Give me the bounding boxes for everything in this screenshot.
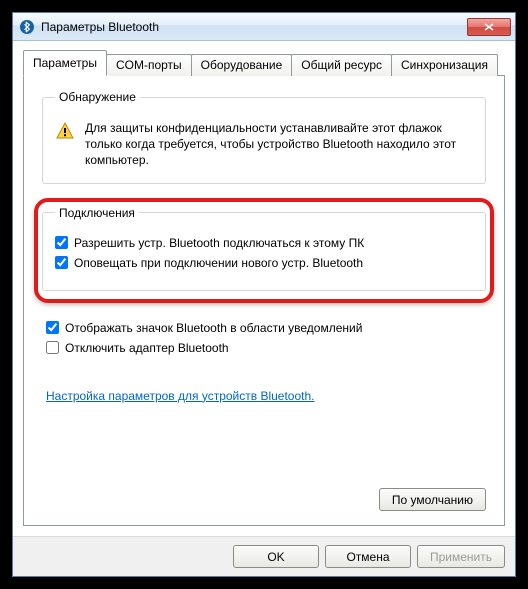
titlebar: Параметры Bluetooth [13, 13, 515, 41]
notify-connect-label: Оповещать при подключении нового устр. B… [74, 256, 363, 270]
apply-button[interactable]: Применить [417, 545, 505, 568]
tab-sync[interactable]: Синхронизация [391, 54, 498, 76]
discovery-warning-text: Для защиты конфиденциальности устанавлив… [85, 120, 473, 169]
disable-adapter-row[interactable]: Отключить адаптер Bluetooth [46, 341, 486, 355]
bluetooth-icon [19, 19, 35, 35]
discovery-legend: Обнаружение [55, 90, 140, 104]
allow-connect-row[interactable]: Разрешить устр. Bluetooth подключаться к… [55, 236, 473, 250]
warning-icon [55, 121, 75, 141]
tab-strip: Параметры COM-порты Оборудование Общий р… [23, 49, 505, 75]
disable-adapter-checkbox[interactable] [46, 341, 59, 354]
bluetooth-settings-window: Параметры Bluetooth Параметры COM-порты … [12, 12, 516, 577]
show-icon-row[interactable]: Отображать значок Bluetooth в области ув… [46, 321, 486, 335]
connections-legend: Подключения [55, 206, 139, 220]
discovery-group: Обнаружение Для защиты конфиденциальност… [42, 90, 486, 184]
tab-page-parameters: Обнаружение Для защиты конфиденциальност… [23, 75, 505, 526]
show-icon-checkbox[interactable] [46, 321, 59, 334]
notify-connect-checkbox[interactable] [55, 256, 68, 269]
disable-adapter-label: Отключить адаптер Bluetooth [65, 341, 229, 355]
cancel-button[interactable]: Отмена [325, 545, 411, 568]
close-button[interactable] [467, 18, 511, 36]
notify-connect-row[interactable]: Оповещать при подключении нового устр. B… [55, 256, 473, 270]
bluetooth-settings-link[interactable]: Настройка параметров для устройств Bluet… [46, 389, 486, 403]
misc-checks: Отображать значок Bluetooth в области ув… [46, 315, 486, 361]
connections-group: Подключения Разрешить устр. Bluetooth по… [42, 206, 486, 291]
tab-com-ports[interactable]: COM-порты [106, 54, 192, 76]
tab-parameters[interactable]: Параметры [23, 50, 107, 76]
window-title: Параметры Bluetooth [41, 20, 467, 34]
dialog-button-bar: OK Отмена Применить [13, 536, 515, 576]
connections-highlight: Подключения Разрешить устр. Bluetooth по… [34, 198, 494, 303]
defaults-button[interactable]: По умолчанию [379, 488, 486, 511]
tab-sharing[interactable]: Общий ресурс [291, 54, 392, 76]
tab-hardware[interactable]: Оборудование [191, 54, 293, 76]
allow-connect-checkbox[interactable] [55, 236, 68, 249]
show-icon-label: Отображать значок Bluetooth в области ув… [65, 321, 362, 335]
client-area: Параметры COM-порты Оборудование Общий р… [13, 41, 515, 536]
ok-button[interactable]: OK [233, 545, 319, 568]
allow-connect-label: Разрешить устр. Bluetooth подключаться к… [74, 236, 364, 250]
